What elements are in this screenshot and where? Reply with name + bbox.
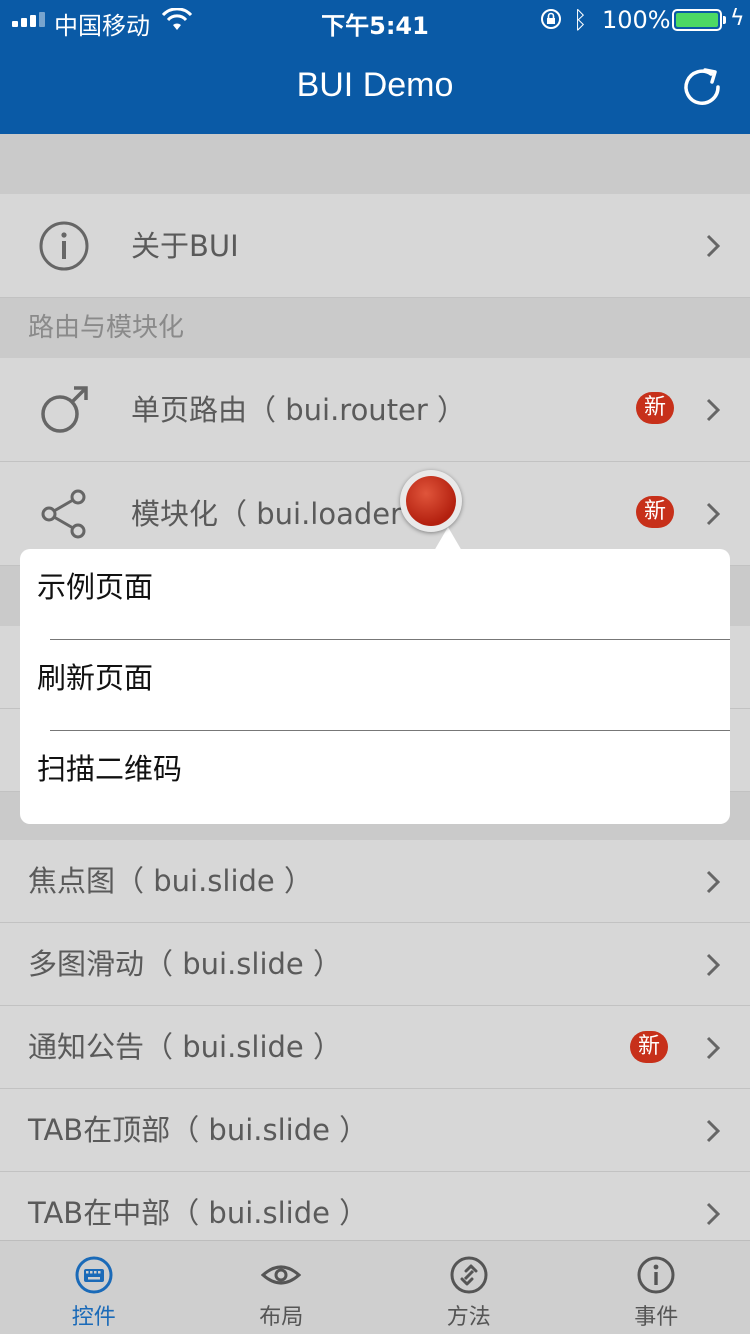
new-badge: 新 (635, 392, 674, 424)
chevron-right-icon (706, 398, 720, 422)
tab-controls[interactable]: 控件 (0, 1241, 188, 1334)
page-title: BUI Demo (296, 66, 454, 104)
list-item-label: TAB在中部（ bui.slide ） (28, 1196, 369, 1230)
menu-item-label: 扫描二维码 (37, 752, 183, 786)
battery-icon (672, 9, 722, 31)
chevron-right-icon (706, 1119, 720, 1143)
refresh-icon[interactable] (678, 63, 726, 111)
keyboard-icon (75, 1256, 113, 1294)
list-item-label: 单页路由（ bui.router ） (131, 393, 467, 427)
popup-menu: 示例页面 刷新页面 扫描二维码 (20, 549, 730, 824)
tab-methods[interactable]: 方法 (375, 1241, 563, 1334)
list-item-router[interactable]: 单页路由（ bui.router ） 新 (0, 358, 750, 462)
menu-item-refresh[interactable]: 刷新页面 (20, 640, 730, 731)
list-item-slide[interactable]: 通知公告（ bui.slide ） 新 (0, 1006, 750, 1089)
info-icon (39, 221, 89, 271)
tab-label: 方法 (446, 1305, 491, 1330)
male-symbol-icon (41, 386, 88, 433)
menu-item-label: 示例页面 (37, 570, 154, 604)
menu-item-label: 刷新页面 (37, 661, 154, 695)
chevron-right-icon (706, 1036, 720, 1060)
section-header: 路由与模块化 (0, 298, 750, 358)
chevron-right-icon (706, 234, 720, 258)
list-item-slide[interactable]: 多图滑动（ bui.slide ） (0, 923, 750, 1006)
tab-label: 布局 (259, 1305, 304, 1330)
bluetooth-icon: ᛒ (573, 6, 588, 34)
list-item-label: 多图滑动（ bui.slide ） (28, 947, 342, 981)
battery-percent: 100% (602, 6, 671, 34)
list-item-about[interactable]: 关于BUI (0, 194, 750, 298)
list-item-label: TAB在顶部（ bui.slide ） (28, 1113, 369, 1147)
menu-item-scan-qr[interactable]: 扫描二维码 (20, 731, 730, 822)
tab-events[interactable]: 事件 (563, 1241, 750, 1334)
share-icon (41, 489, 86, 539)
tab-label: 事件 (634, 1305, 679, 1330)
rotation-lock-icon (541, 9, 561, 29)
assistive-touch-button[interactable] (400, 470, 462, 532)
new-badge: 新 (635, 496, 674, 528)
list-item-slide[interactable]: TAB在顶部（ bui.slide ） (0, 1089, 750, 1172)
menu-item-example[interactable]: 示例页面 (20, 549, 730, 640)
chevron-right-icon (706, 502, 720, 526)
tab-layout[interactable]: 布局 (188, 1241, 376, 1334)
tab-bar: 控件 布局 方法 事件 (0, 1240, 750, 1334)
list-item-label: 关于BUI (131, 229, 239, 263)
chevron-right-icon (706, 953, 720, 977)
eye-icon (261, 1265, 302, 1285)
list-item-slide[interactable]: TAB在中部（ bui.slide ） (0, 1172, 750, 1240)
link-icon (450, 1256, 488, 1294)
status-bar: 中国移动 下午5:41 ᛒ 100% ϟ (0, 0, 750, 40)
charging-icon: ϟ (730, 6, 745, 31)
list-item-label: 焦点图（ bui.slide ） (28, 864, 313, 898)
info-icon (637, 1256, 675, 1294)
list-item-slide[interactable]: 焦点图（ bui.slide ） (0, 840, 750, 923)
chevron-right-icon (706, 870, 720, 894)
chevron-right-icon (706, 1202, 720, 1226)
list-item-label: 通知公告（ bui.slide ） (28, 1030, 342, 1064)
tab-label: 控件 (71, 1305, 116, 1330)
new-badge: 新 (629, 1031, 668, 1063)
top-bar: 中国移动 下午5:41 ᛒ 100% ϟ BUI Demo (0, 0, 750, 134)
